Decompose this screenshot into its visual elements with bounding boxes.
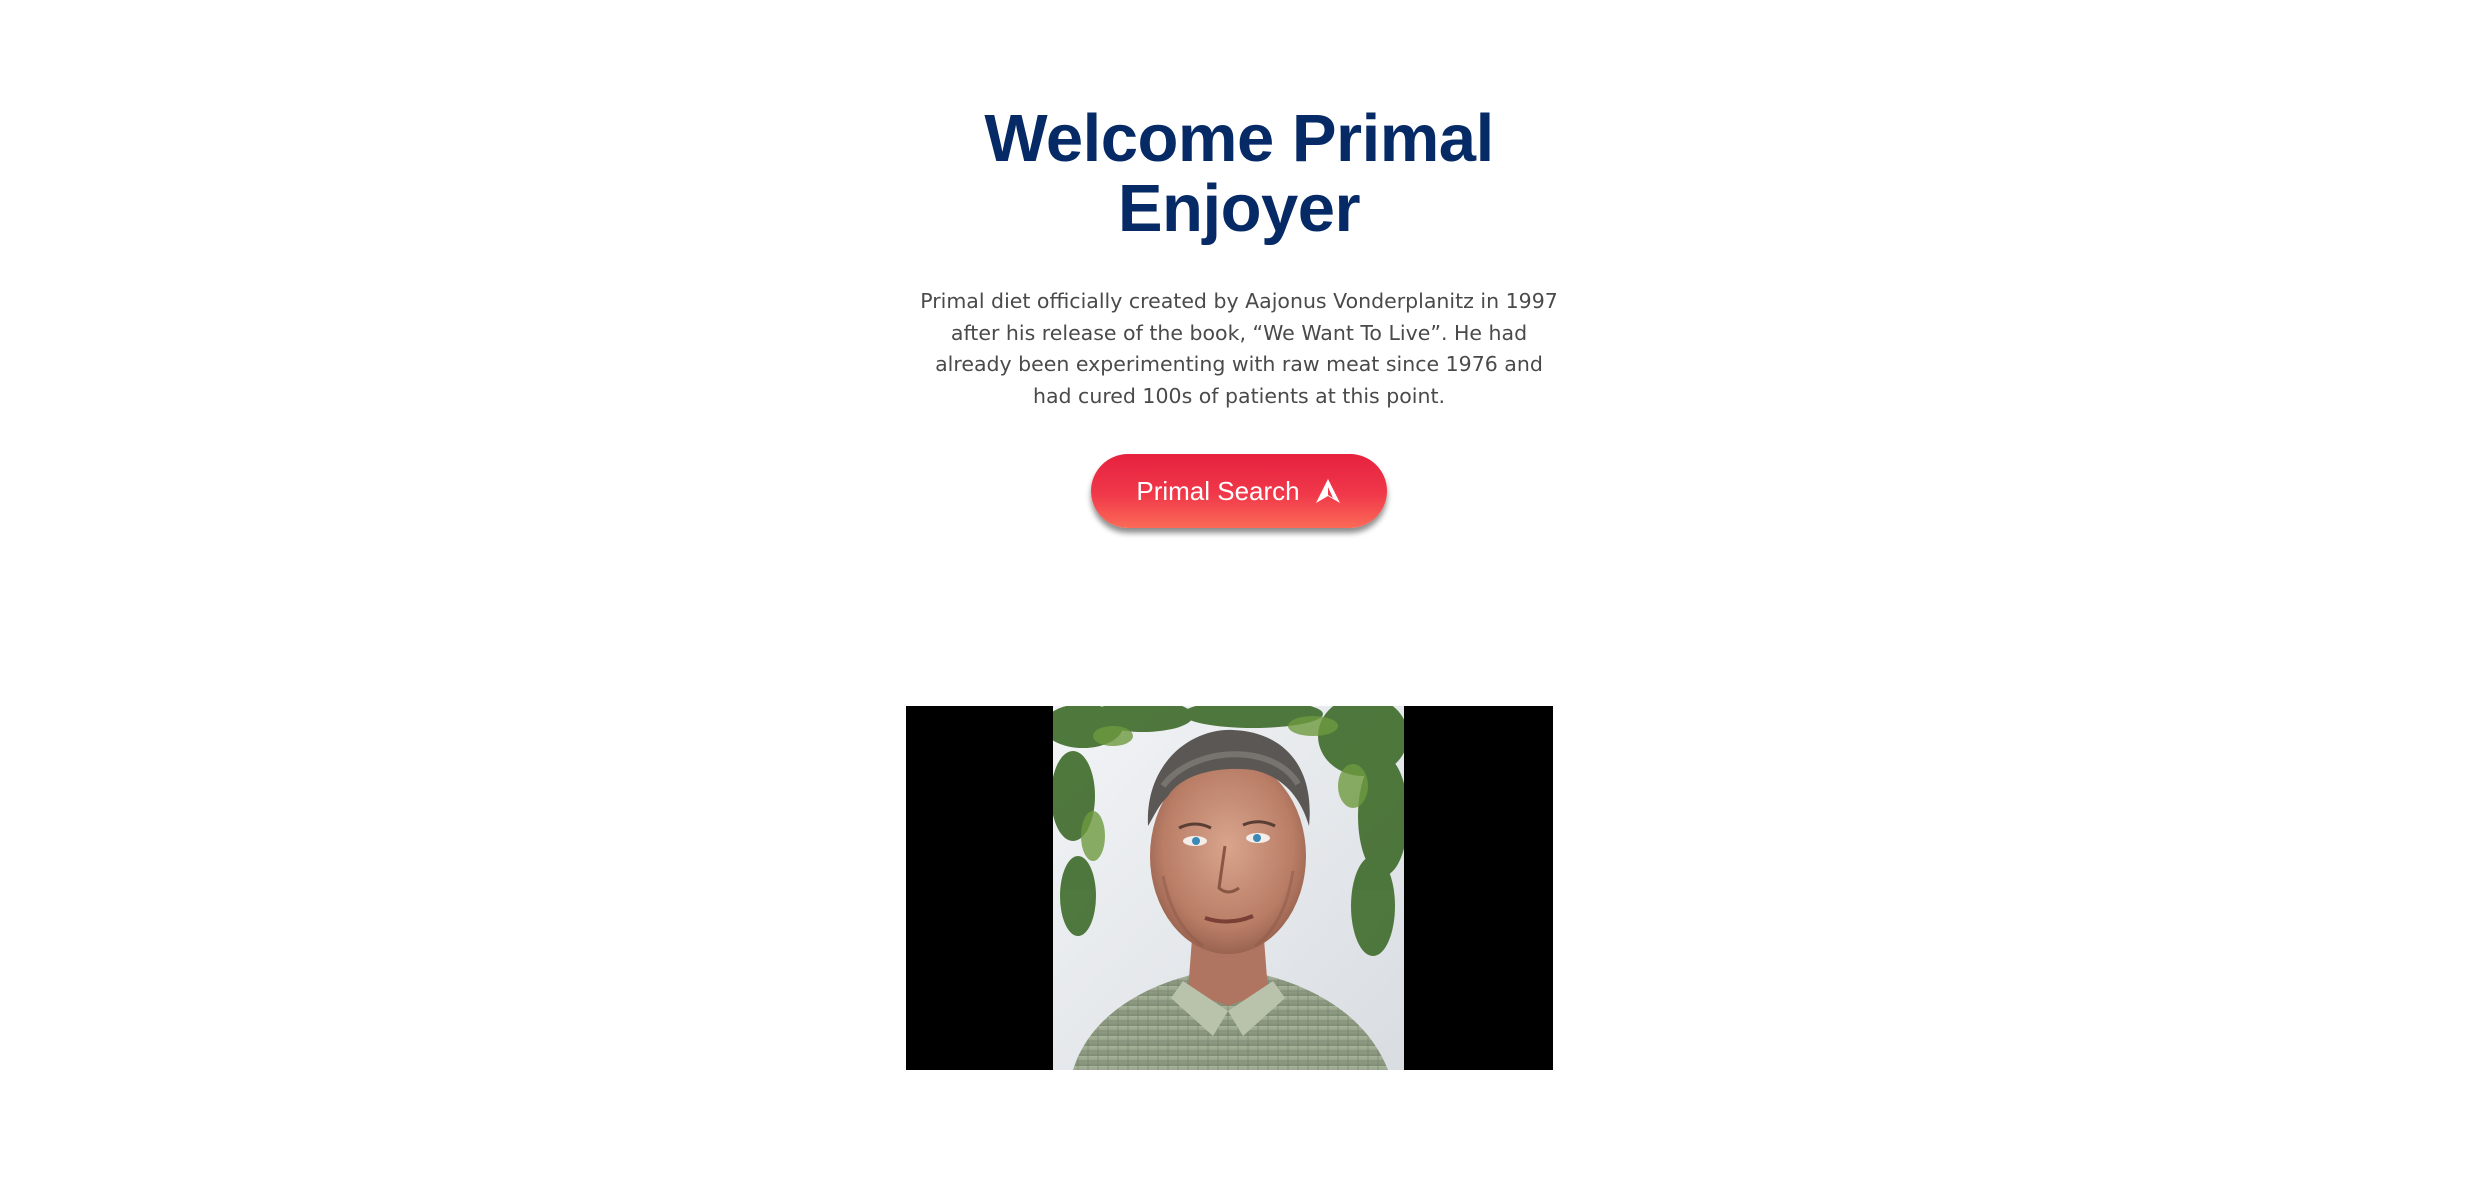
primal-search-button[interactable]: Primal Search bbox=[1091, 454, 1387, 528]
hero-section: Welcome Primal Enjoyer Primal diet offic… bbox=[0, 0, 2478, 528]
primal-search-button-label: Primal Search bbox=[1136, 475, 1300, 506]
page-title: Welcome Primal Enjoyer bbox=[984, 101, 1494, 246]
portrait-photo bbox=[1053, 706, 1404, 1070]
portrait-image-frame bbox=[906, 706, 1553, 1070]
hero-description: Primal diet officially created by Aajonu… bbox=[920, 289, 1558, 408]
navigation-arrow-icon bbox=[1314, 477, 1342, 505]
